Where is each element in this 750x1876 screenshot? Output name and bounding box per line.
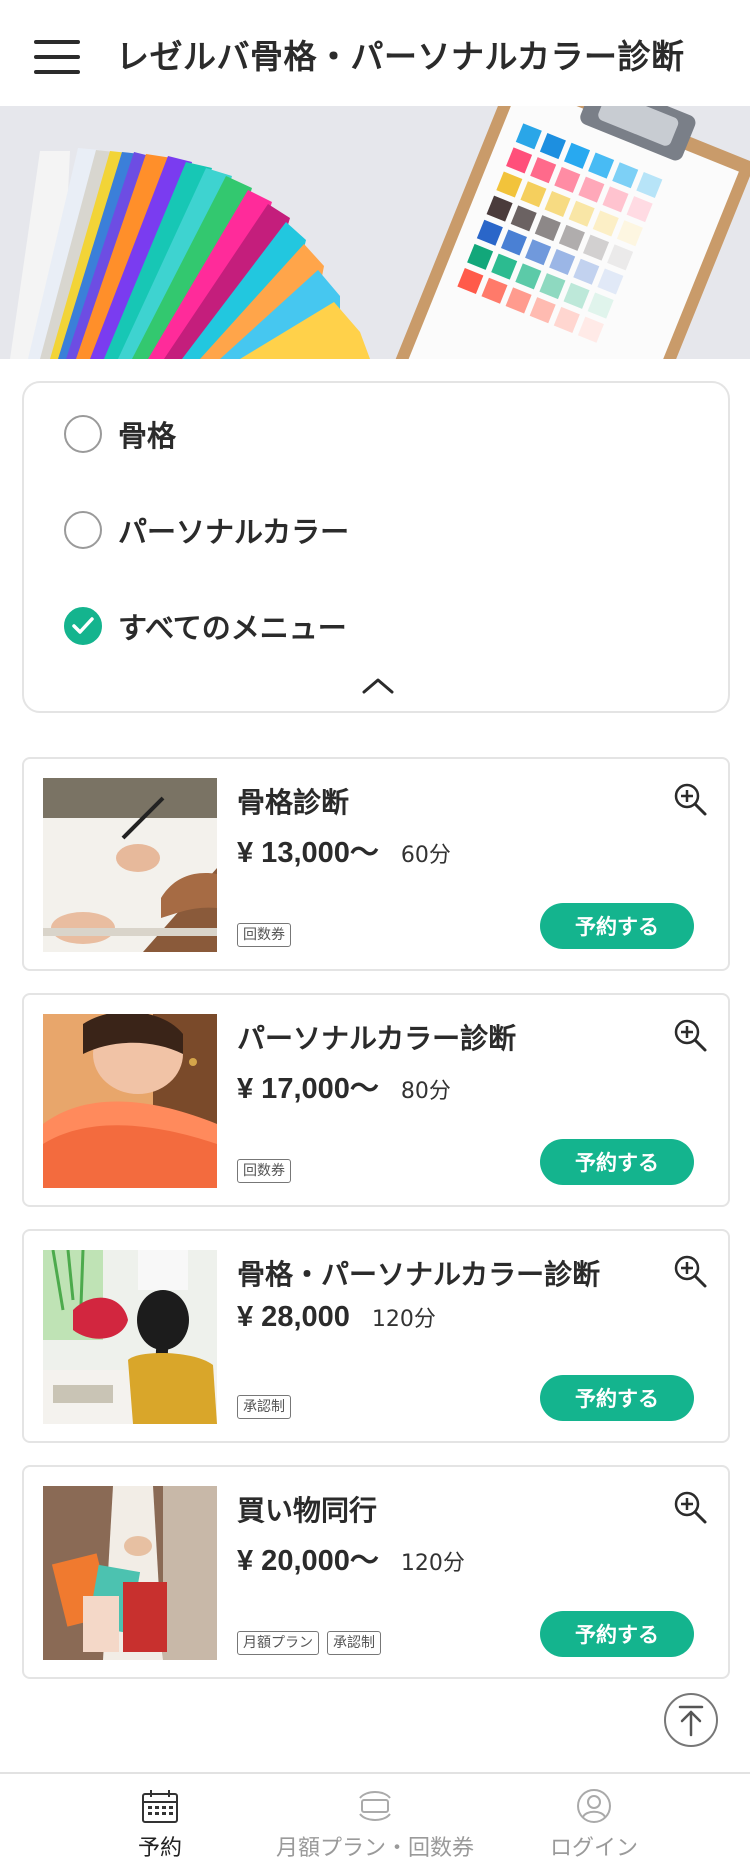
menu-item-card[interactable]: 買い物同行 ¥ 20,000〜 120分 月額プラン 承認制 予約する (22, 1465, 730, 1679)
zoom-in-icon[interactable] (672, 1017, 708, 1053)
radio-button[interactable] (64, 511, 102, 549)
menu-item-card[interactable]: 骨格・パーソナルカラー診断 ¥ 28,000 120分 承認制 予約する (22, 1229, 730, 1443)
price-row: ¥ 28,000 120分 (237, 1301, 436, 1334)
menu-item-duration: 60分 (400, 843, 451, 868)
app-header: レゼルバ骨格・パーソナルカラー診断 (0, 0, 750, 106)
zoom-in-icon[interactable] (672, 1253, 708, 1289)
filter-label: すべてのメニュー (118, 611, 347, 645)
filter-option-all-menus[interactable]: すべてのメニュー (64, 605, 347, 647)
menu-item-title: 骨格診断 (237, 786, 350, 819)
tag-badge: 承認制 (237, 1395, 291, 1419)
category-filter-panel: 骨格 パーソナルカラー すべてのメニュー (22, 381, 730, 713)
nav-item-reservation[interactable]: 予約 (115, 1788, 205, 1862)
menu-item-photo (43, 1014, 217, 1188)
menu-item-card[interactable]: 骨格診断 ¥ 13,000〜 60分 回数券 予約する (22, 757, 730, 971)
ticket-icon (359, 1791, 391, 1821)
nav-item-monthly-plan[interactable]: 月額プラン・回数券 (268, 1788, 482, 1862)
reserve-button[interactable]: 予約する (540, 1375, 694, 1421)
menu-item-price: ¥ 13,000〜 (237, 837, 379, 869)
reserve-button[interactable]: 予約する (540, 903, 694, 949)
tag-badge: 承認制 (327, 1631, 381, 1655)
menu-item-duration: 120分 (400, 1551, 465, 1576)
nav-label: 予約 (137, 1836, 182, 1861)
tag-list: 回数券 (237, 923, 291, 947)
tag-badge: 回数券 (237, 923, 291, 947)
filter-label: 骨格 (118, 419, 177, 453)
tag-list: 月額プラン 承認制 (237, 1631, 381, 1655)
menu-item-price: ¥ 20,000〜 (237, 1545, 379, 1577)
hamburger-icon[interactable] (34, 40, 80, 74)
tag-badge: 回数券 (237, 1159, 291, 1183)
filter-option-personal-color[interactable]: パーソナルカラー (64, 509, 349, 551)
radio-button[interactable] (64, 415, 102, 453)
menu-item-duration: 120分 (371, 1307, 436, 1332)
price-row: ¥ 20,000〜 120分 (237, 1537, 465, 1579)
menu-item-title: 骨格・パーソナルカラー診断 (237, 1258, 601, 1291)
reserve-button[interactable]: 予約する (540, 1611, 694, 1657)
checkmark-icon (72, 617, 94, 634)
page-title: レゼルバ骨格・パーソナルカラー診断 (116, 37, 685, 76)
menu-item-price: ¥ 28,000 (237, 1301, 350, 1333)
price-row: ¥ 17,000〜 80分 (237, 1065, 451, 1107)
reserve-button[interactable]: 予約する (540, 1139, 694, 1185)
nav-label: ログイン (549, 1836, 638, 1861)
nav-item-login[interactable]: ログイン (540, 1788, 648, 1862)
menu-item-title: 買い物同行 (237, 1494, 378, 1527)
menu-item-duration: 80分 (400, 1079, 451, 1104)
radio-button-checked[interactable] (64, 607, 102, 645)
menu-item-price: ¥ 17,000〜 (237, 1073, 379, 1105)
price-row: ¥ 13,000〜 60分 (237, 829, 451, 871)
zoom-in-icon[interactable] (672, 781, 708, 817)
tag-list: 承認制 (237, 1395, 291, 1419)
filter-label: パーソナルカラー (118, 515, 350, 549)
filter-option-skeleton[interactable]: 骨格 (64, 413, 176, 455)
tag-list: 回数券 (237, 1159, 291, 1183)
tag-badge: 月額プラン (237, 1631, 319, 1655)
menu-item-card[interactable]: パーソナルカラー診断 ¥ 17,000〜 80分 回数券 予約する (22, 993, 730, 1207)
calendar-icon (142, 1790, 178, 1823)
menu-item-photo (43, 778, 217, 952)
menu-item-photo (43, 1486, 217, 1660)
scroll-to-top-icon[interactable] (663, 1692, 719, 1748)
zoom-in-icon[interactable] (672, 1489, 708, 1525)
bottom-navigation: 予約 月額プラン・回数券 ログイン (0, 1772, 750, 1876)
chevron-up-icon[interactable] (361, 675, 395, 695)
user-icon (577, 1789, 611, 1823)
nav-label: 月額プラン・回数券 (275, 1836, 474, 1861)
hero-image (0, 106, 750, 359)
menu-item-photo (43, 1250, 217, 1424)
menu-item-title: パーソナルカラー診断 (237, 1022, 517, 1055)
